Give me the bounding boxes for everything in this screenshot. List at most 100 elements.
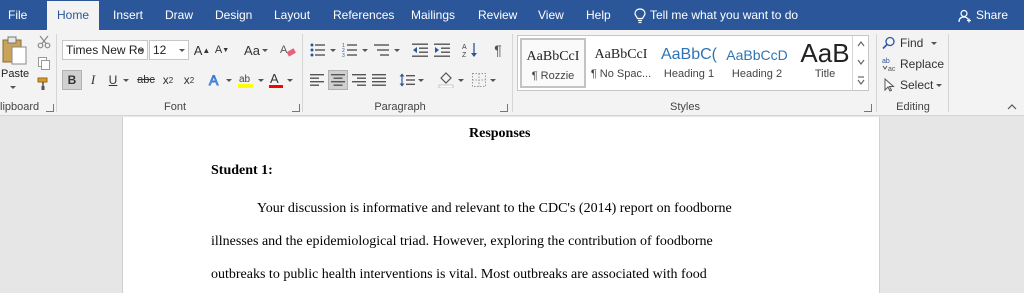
line-spacing-button[interactable]	[398, 70, 416, 90]
align-right-button[interactable]	[350, 70, 368, 90]
style-name: ¶ Rozzie	[531, 70, 575, 82]
show-formatting-marks-button[interactable]: ¶	[488, 40, 508, 60]
font-size-combo[interactable]: 12	[149, 40, 189, 60]
bold-button[interactable]: B	[62, 70, 82, 90]
clipboard-icon	[2, 36, 27, 65]
justify-button[interactable]	[370, 70, 388, 90]
grow-font-button[interactable]: A ▲	[193, 40, 211, 60]
tab-file[interactable]: File	[8, 0, 27, 30]
cut-button[interactable]	[36, 34, 52, 50]
font-color-button[interactable]: A	[267, 70, 285, 90]
italic-button[interactable]: I	[84, 70, 102, 90]
bullets-dropdown-icon[interactable]	[330, 49, 336, 52]
find-button[interactable]: Find	[882, 34, 938, 52]
select-button[interactable]: Select	[882, 76, 943, 94]
tab-design[interactable]: Design	[215, 0, 252, 30]
tab-home[interactable]: Home	[47, 1, 100, 30]
chevron-down-icon[interactable]	[853, 54, 869, 70]
strikethrough-button[interactable]: abc	[135, 70, 157, 90]
gallery-more-icon[interactable]	[853, 72, 869, 88]
paste-button[interactable]	[0, 36, 30, 66]
style-preview: AaB	[800, 38, 850, 68]
align-left-button[interactable]	[308, 70, 326, 90]
multilevel-dropdown-icon[interactable]	[394, 49, 400, 52]
tab-references[interactable]: References	[333, 0, 394, 30]
select-dropdown-icon[interactable]	[936, 83, 943, 87]
multilevel-list-button[interactable]	[372, 40, 392, 60]
style-item[interactable]: AaBbC( Heading 1	[656, 38, 722, 88]
tab-mailings[interactable]: Mailings	[411, 0, 455, 30]
paste-dropdown-icon[interactable]	[10, 86, 16, 89]
style-item[interactable]: AaBbCcI ¶ Rozzie	[520, 38, 586, 88]
styles-launcher-icon[interactable]	[864, 104, 872, 112]
text-effects-dropdown-icon[interactable]	[226, 79, 232, 82]
bullets-button[interactable]	[308, 40, 328, 60]
justify-icon	[372, 74, 386, 86]
increase-indent-button[interactable]	[432, 40, 452, 60]
find-dropdown-icon[interactable]	[931, 41, 938, 45]
numbering-button[interactable]: 1 2 3	[340, 40, 360, 60]
collapse-ribbon-icon[interactable]	[1006, 102, 1018, 112]
clear-formatting-button[interactable]: A	[279, 40, 297, 60]
font-color-icon: A	[269, 71, 283, 88]
borders-dropdown-icon[interactable]	[490, 79, 496, 82]
style-item[interactable]: AaB Title	[792, 38, 858, 88]
highlight-dropdown-icon[interactable]	[258, 79, 264, 82]
group-divider	[876, 34, 877, 112]
font-launcher-icon[interactable]	[292, 104, 300, 112]
paintbrush-icon	[37, 77, 48, 90]
style-name: Heading 1	[663, 68, 715, 80]
tab-review[interactable]: Review	[478, 0, 517, 30]
change-case-dropdown-icon[interactable]	[262, 49, 268, 52]
share-button[interactable]: Share	[958, 0, 1008, 30]
tab-help[interactable]: Help	[586, 0, 611, 30]
paragraph-line: illnesses and the epidemiological triad.…	[211, 234, 713, 249]
clipboard-launcher-icon[interactable]	[46, 104, 54, 112]
highlighter-icon: ab	[238, 74, 253, 88]
line-spacing-dropdown-icon[interactable]	[418, 79, 424, 82]
align-right-icon	[352, 74, 366, 86]
ribbon-tab-bar: File Home Insert Draw Design Layout Refe…	[0, 0, 1024, 30]
highlight-button[interactable]: ab	[236, 70, 256, 90]
font-group-label: Font	[163, 101, 186, 113]
ribbon: Paste lipboard Times New Ro 12 A ▲ A ▼ A…	[0, 30, 1024, 116]
tab-insert[interactable]: Insert	[113, 0, 143, 30]
chevron-up-icon[interactable]	[853, 36, 869, 52]
svg-text:A: A	[270, 71, 279, 86]
svg-text:A: A	[209, 72, 219, 88]
font-name-combo[interactable]: Times New Ro	[62, 40, 148, 60]
underline-dropdown-icon[interactable]	[123, 79, 129, 82]
copy-button[interactable]	[36, 55, 52, 71]
align-center-button[interactable]	[328, 70, 348, 90]
font-name-value: Times New Ro	[66, 43, 145, 57]
tab-layout[interactable]: Layout	[274, 0, 310, 30]
document-page[interactable]: Responses Student 1: Your discussion is …	[122, 117, 880, 293]
select-label: Select	[900, 78, 934, 92]
shading-dropdown-icon[interactable]	[458, 79, 464, 82]
multilevel-list-icon	[374, 44, 389, 56]
tell-me-search[interactable]: Tell me what you want to do	[634, 0, 798, 30]
paste-label: Paste	[1, 68, 30, 80]
format-painter-button[interactable]	[36, 76, 52, 92]
group-divider	[302, 34, 303, 112]
superscript-button[interactable]: x2	[180, 70, 198, 90]
sort-button[interactable]: AZ	[460, 40, 480, 60]
tab-view[interactable]: View	[538, 0, 564, 30]
decrease-indent-button[interactable]	[410, 40, 430, 60]
borders-button[interactable]	[470, 70, 488, 90]
student-heading: Student 1:	[211, 163, 273, 178]
shrink-font-button[interactable]: A ▼	[213, 40, 231, 60]
shading-button[interactable]	[436, 70, 456, 90]
find-label: Find	[900, 36, 924, 50]
font-color-dropdown-icon[interactable]	[287, 79, 293, 82]
underline-button[interactable]: U	[105, 70, 121, 90]
style-item[interactable]: AaBbCcI ¶ No Spac...	[588, 38, 654, 88]
svg-text:ac: ac	[888, 66, 896, 72]
style-item[interactable]: AaBbCcD Heading 2	[724, 38, 790, 88]
numbering-dropdown-icon[interactable]	[362, 49, 368, 52]
tab-draw[interactable]: Draw	[165, 0, 193, 30]
subscript-button[interactable]: x2	[159, 70, 177, 90]
text-effects-button[interactable]: A	[206, 70, 224, 90]
replace-button[interactable]: ab ac Replace	[882, 55, 944, 73]
paragraph-launcher-icon[interactable]	[500, 104, 508, 112]
